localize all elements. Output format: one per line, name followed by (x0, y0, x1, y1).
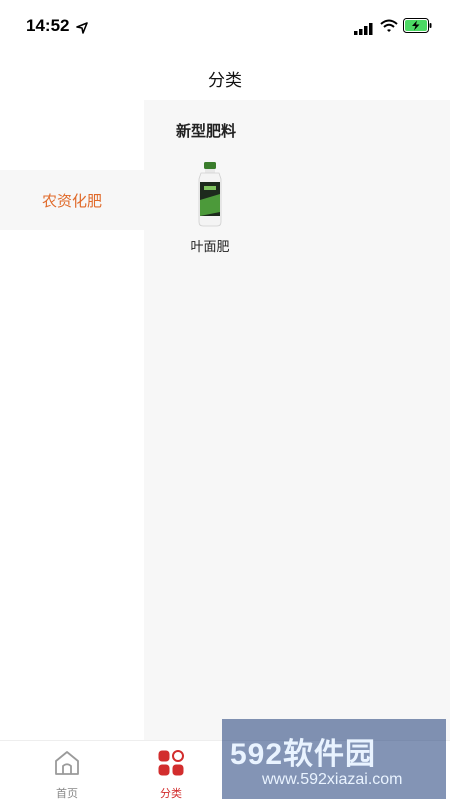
watermark-url: www.592xiazai.com (262, 771, 403, 788)
product-item-foliar-fertilizer[interactable]: 叶面肥 (184, 160, 236, 255)
sidebar-item-label: 农资化肥 (41, 191, 102, 210)
page-title: 分类 (208, 71, 242, 91)
tab-home[interactable]: 首页 (27, 749, 107, 801)
status-bar: 14:52 (0, 0, 450, 52)
tab-label: 分类 (160, 787, 182, 800)
wifi-icon (380, 18, 398, 37)
location-arrow-icon (76, 19, 88, 38)
watermark: 592软件园 www.592xiazai.com (222, 719, 446, 799)
section-title: 新型肥料 (176, 122, 237, 140)
watermark-brand: 592软件园 (230, 738, 377, 771)
battery-charging-icon (403, 18, 433, 37)
product-bottle-image (184, 160, 236, 228)
tab-category[interactable]: 分类 (131, 749, 211, 801)
category-grid-icon (157, 750, 185, 781)
status-time: 14:52 (26, 16, 70, 35)
category-sidebar: 农资化肥 (0, 100, 144, 740)
home-icon (53, 751, 81, 781)
category-content: 新型肥料 叶面肥 (144, 100, 450, 740)
product-label: 叶面肥 (190, 240, 230, 255)
sidebar-item-agricultural-fertilizer[interactable]: 农资化肥 (0, 170, 144, 230)
navigation-bar: 分类 (0, 52, 450, 100)
tab-label: 首页 (56, 787, 78, 800)
cellular-signal-icon (354, 20, 374, 39)
